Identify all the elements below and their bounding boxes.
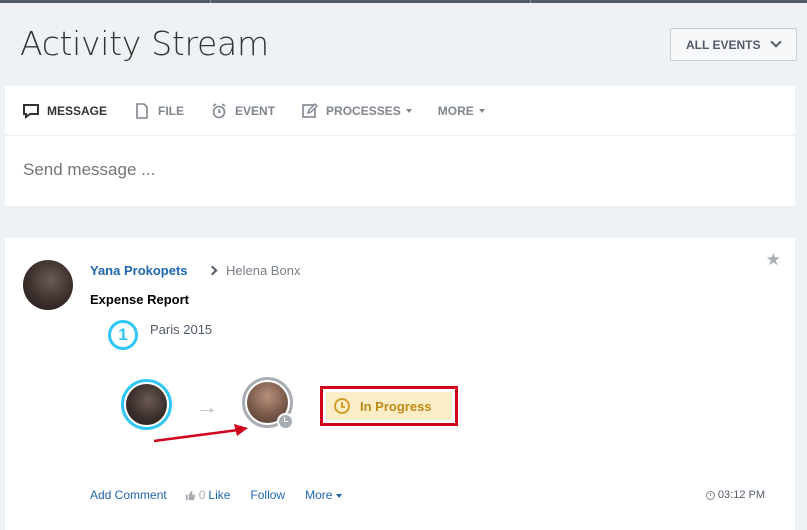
top-bar (0, 0, 807, 3)
tab-event-label: EVENT (235, 103, 276, 118)
status-badge: In Progress (326, 392, 452, 420)
add-comment-link[interactable]: Add Comment (90, 488, 167, 502)
alarm-clock-icon (210, 102, 228, 120)
filter-label: ALL EVENTS (686, 37, 761, 52)
tab-more[interactable]: MORE (438, 104, 485, 118)
caret-down-icon (478, 108, 485, 113)
tab-processes-label: PROCESSES (326, 103, 401, 118)
activity-post: Yana Prokopets Helena Bonx ★ Expense Rep… (5, 238, 795, 530)
author-avatar[interactable] (23, 260, 73, 310)
top-bar-tick (530, 0, 531, 3)
post-actions: Add Comment 0 Like Follow More (90, 488, 343, 502)
like-button[interactable]: 0 Like (185, 488, 231, 502)
post-time: 03:12 PM (705, 489, 765, 501)
clock-icon (705, 490, 715, 500)
chevron-down-icon (770, 36, 782, 48)
more-menu[interactable]: More (305, 488, 343, 502)
caret-down-icon (336, 493, 343, 498)
tab-more-label: MORE (437, 103, 474, 118)
top-bar-tick (210, 0, 211, 3)
message-icon (22, 102, 40, 120)
status-label: In Progress (360, 398, 432, 414)
follow-link[interactable]: Follow (250, 488, 285, 502)
page-title: Activity Stream (20, 24, 269, 63)
send-message-input[interactable] (23, 160, 523, 180)
caret-down-icon (405, 108, 412, 113)
avatar-image (126, 384, 167, 425)
step-number-badge: 1 (108, 320, 138, 350)
arrow-right-icon: → (196, 394, 218, 419)
author-link[interactable]: Yana Prokopets (90, 263, 188, 278)
composer: MESSAGE FILE EVENT PROCESSES MORE (5, 86, 795, 206)
all-events-filter-button[interactable]: ALL EVENTS (670, 28, 797, 61)
tab-file[interactable]: FILE (133, 102, 184, 120)
tab-file-label: FILE (158, 103, 185, 118)
chevron-right-icon (207, 265, 218, 276)
tab-message-label: MESSAGE (47, 103, 108, 118)
pending-clock-icon (277, 413, 294, 430)
tab-event[interactable]: EVENT (210, 102, 275, 120)
tab-processes[interactable]: PROCESSES (301, 102, 412, 120)
star-icon[interactable]: ★ (766, 250, 781, 270)
like-count: 0 (198, 488, 206, 502)
like-label: Like (208, 488, 231, 502)
composer-tabs: MESSAGE FILE EVENT PROCESSES MORE (5, 86, 795, 136)
tab-message[interactable]: MESSAGE (22, 102, 107, 120)
file-icon (133, 102, 151, 120)
step-label: Paris 2015 (150, 322, 213, 337)
clock-icon (334, 398, 350, 414)
status-highlight: In Progress (320, 386, 458, 426)
post-time-value: 03:12 PM (717, 489, 765, 501)
thumbs-up-icon (185, 490, 195, 500)
recipient-name[interactable]: Helena Bonx (226, 263, 300, 278)
edit-icon (301, 102, 319, 120)
annotation-arrow (153, 424, 248, 443)
more-label: More (305, 488, 333, 502)
post-title: Expense Report (90, 292, 189, 307)
